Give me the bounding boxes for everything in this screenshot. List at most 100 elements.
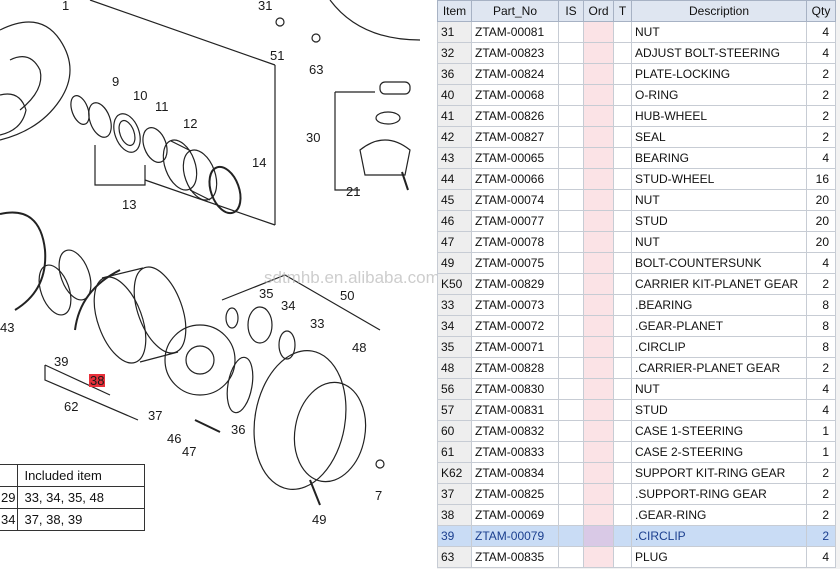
part-number-cell[interactable]: ZTAM-00075 (471, 252, 559, 274)
part-t-cell[interactable] (613, 462, 632, 484)
part-is-cell[interactable] (558, 126, 584, 148)
part-t-cell[interactable] (613, 105, 632, 127)
part-item-cell[interactable]: 34 (437, 315, 472, 337)
part-qty-cell[interactable]: 2 (806, 504, 836, 526)
part-t-cell[interactable] (613, 63, 632, 85)
part-ord-cell[interactable] (583, 546, 614, 568)
part-qty-cell[interactable]: 1 (806, 441, 836, 463)
part-ord-cell[interactable] (583, 105, 614, 127)
part-ord-cell[interactable] (583, 147, 614, 169)
part-qty-cell[interactable]: 20 (806, 189, 836, 211)
part-is-cell[interactable] (558, 525, 584, 547)
part-item-cell[interactable]: 42 (437, 126, 472, 148)
part-is-cell[interactable] (558, 42, 584, 64)
part-is-cell[interactable] (558, 441, 584, 463)
parts-table-row[interactable]: 37 ZTAM-00825 .SUPPORT-RING GEAR 2 (437, 483, 836, 505)
part-qty-cell[interactable]: 4 (806, 21, 836, 43)
part-t-cell[interactable] (613, 420, 632, 442)
part-ord-cell[interactable] (583, 525, 614, 547)
part-item-cell[interactable]: 56 (437, 378, 472, 400)
part-description-cell[interactable]: .CARRIER-PLANET GEAR (631, 357, 807, 379)
part-t-cell[interactable] (613, 189, 632, 211)
part-ord-cell[interactable] (583, 462, 614, 484)
part-number-cell[interactable]: ZTAM-00832 (471, 420, 559, 442)
part-item-cell[interactable]: 32 (437, 42, 472, 64)
part-is-cell[interactable] (558, 315, 584, 337)
part-item-cell[interactable]: 60 (437, 420, 472, 442)
part-is-cell[interactable] (558, 105, 584, 127)
part-description-cell[interactable]: PLATE-LOCKING (631, 63, 807, 85)
parts-table-row[interactable]: 38 ZTAM-00069 .GEAR-RING 2 (437, 504, 836, 526)
part-number-cell[interactable]: ZTAM-00825 (471, 483, 559, 505)
parts-table-row[interactable]: 46 ZTAM-00077 STUD 20 (437, 210, 836, 232)
part-qty-cell[interactable]: 2 (806, 126, 836, 148)
part-t-cell[interactable] (613, 399, 632, 421)
parts-table-row[interactable]: K50 ZTAM-00829 CARRIER KIT-PLANET GEAR 2 (437, 273, 836, 295)
part-is-cell[interactable] (558, 231, 584, 253)
part-qty-cell[interactable]: 2 (806, 483, 836, 505)
part-ord-cell[interactable] (583, 126, 614, 148)
part-qty-cell[interactable]: 8 (806, 315, 836, 337)
part-description-cell[interactable]: BEARING (631, 147, 807, 169)
parts-table-row[interactable]: 34 ZTAM-00072 .GEAR-PLANET 8 (437, 315, 836, 337)
column-header-item[interactable]: Item (437, 0, 472, 22)
part-ord-cell[interactable] (583, 420, 614, 442)
parts-table-row[interactable]: 40 ZTAM-00068 O-RING 2 (437, 84, 836, 106)
part-number-cell[interactable]: ZTAM-00078 (471, 231, 559, 253)
part-item-cell[interactable]: 47 (437, 231, 472, 253)
part-is-cell[interactable] (558, 294, 584, 316)
part-item-cell[interactable]: 31 (437, 21, 472, 43)
part-ord-cell[interactable] (583, 231, 614, 253)
parts-table-row[interactable]: 33 ZTAM-00073 .BEARING 8 (437, 294, 836, 316)
part-description-cell[interactable]: O-RING (631, 84, 807, 106)
part-ord-cell[interactable] (583, 315, 614, 337)
part-description-cell[interactable]: BOLT-COUNTERSUNK (631, 252, 807, 274)
column-header-description[interactable]: Description (631, 0, 807, 22)
part-qty-cell[interactable]: 2 (806, 273, 836, 295)
part-is-cell[interactable] (558, 357, 584, 379)
part-t-cell[interactable] (613, 315, 632, 337)
parts-table-row[interactable]: 42 ZTAM-00827 SEAL 2 (437, 126, 836, 148)
part-number-cell[interactable]: ZTAM-00079 (471, 525, 559, 547)
parts-table-row[interactable]: 48 ZTAM-00828 .CARRIER-PLANET GEAR 2 (437, 357, 836, 379)
part-ord-cell[interactable] (583, 504, 614, 526)
part-description-cell[interactable]: .CIRCLIP (631, 336, 807, 358)
part-number-cell[interactable]: ZTAM-00066 (471, 168, 559, 190)
part-t-cell[interactable] (613, 336, 632, 358)
part-item-cell[interactable]: 45 (437, 189, 472, 211)
part-qty-cell[interactable]: 2 (806, 462, 836, 484)
column-header-qty[interactable]: Qty (806, 0, 836, 22)
part-item-cell[interactable]: K50 (437, 273, 472, 295)
part-ord-cell[interactable] (583, 21, 614, 43)
part-item-cell[interactable]: 41 (437, 105, 472, 127)
column-header-t[interactable]: T (613, 0, 632, 22)
part-ord-cell[interactable] (583, 168, 614, 190)
part-description-cell[interactable]: NUT (631, 378, 807, 400)
part-qty-cell[interactable]: 4 (806, 252, 836, 274)
part-number-cell[interactable]: ZTAM-00833 (471, 441, 559, 463)
part-item-cell[interactable]: 49 (437, 252, 472, 274)
part-description-cell[interactable]: CASE 2-STEERING (631, 441, 807, 463)
part-t-cell[interactable] (613, 441, 632, 463)
part-description-cell[interactable]: NUT (631, 231, 807, 253)
part-item-cell[interactable]: 36 (437, 63, 472, 85)
part-t-cell[interactable] (613, 273, 632, 295)
part-item-cell[interactable]: 44 (437, 168, 472, 190)
part-t-cell[interactable] (613, 483, 632, 505)
part-t-cell[interactable] (613, 252, 632, 274)
part-ord-cell[interactable] (583, 252, 614, 274)
part-t-cell[interactable] (613, 525, 632, 547)
parts-table-row[interactable]: 35 ZTAM-00071 .CIRCLIP 8 (437, 336, 836, 358)
part-description-cell[interactable]: SEAL (631, 126, 807, 148)
part-t-cell[interactable] (613, 231, 632, 253)
part-number-cell[interactable]: ZTAM-00081 (471, 21, 559, 43)
part-number-cell[interactable]: ZTAM-00065 (471, 147, 559, 169)
part-is-cell[interactable] (558, 462, 584, 484)
part-description-cell[interactable]: STUD (631, 210, 807, 232)
part-qty-cell[interactable]: 1 (806, 420, 836, 442)
part-t-cell[interactable] (613, 21, 632, 43)
part-qty-cell[interactable]: 4 (806, 147, 836, 169)
part-number-cell[interactable]: ZTAM-00830 (471, 378, 559, 400)
part-description-cell[interactable]: PLUG (631, 546, 807, 568)
part-description-cell[interactable]: HUB-WHEEL (631, 105, 807, 127)
